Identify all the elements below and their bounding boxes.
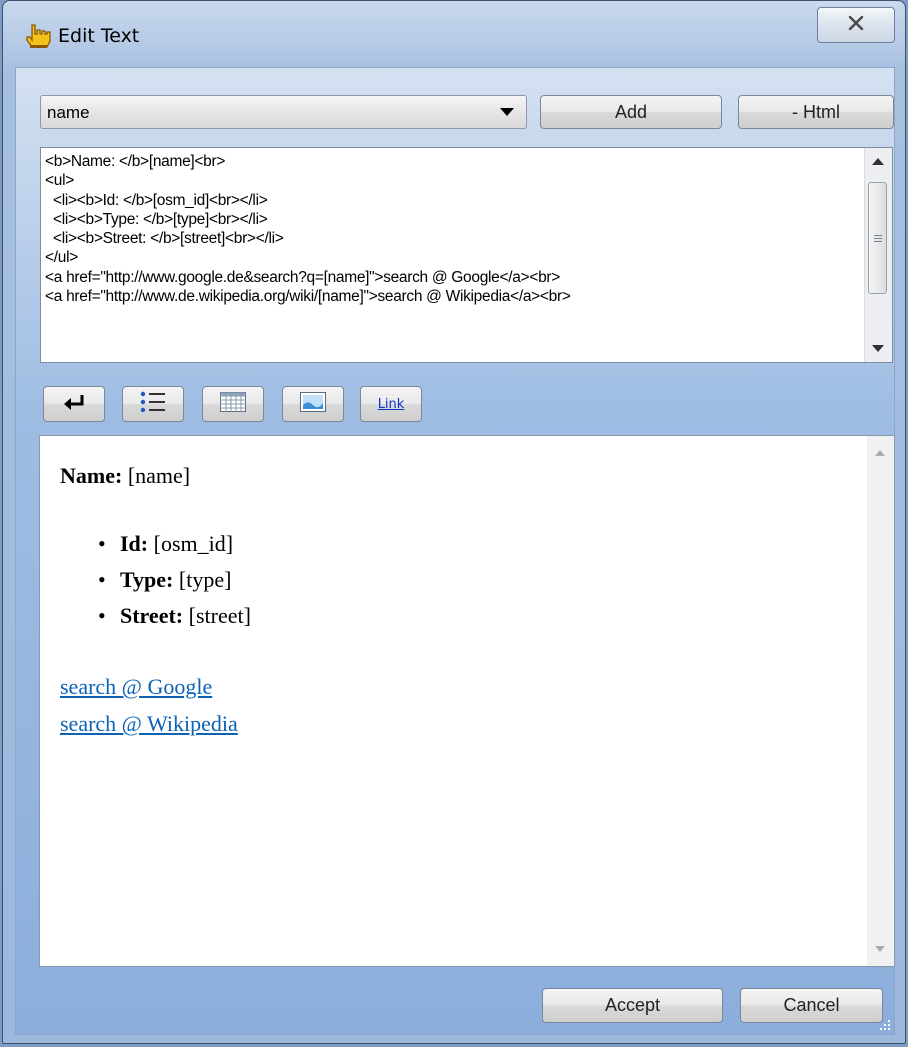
accept-button-label: Accept bbox=[604, 995, 661, 1015]
html-toggle-label: - Html bbox=[792, 101, 840, 122]
preview-links: search @ Google search @ Wikipedia bbox=[60, 668, 251, 742]
dialog-body: name Add - Html <b>Name: </b>[name]<br> … bbox=[15, 67, 895, 1035]
list-item: Id: [osm_id] bbox=[98, 526, 251, 562]
wikipedia-search-link[interactable]: search @ Wikipedia bbox=[60, 705, 251, 742]
cancel-button-label: Cancel bbox=[783, 995, 840, 1015]
cancel-button[interactable]: Cancel bbox=[740, 988, 883, 1023]
html-source-editor[interactable]: <b>Name: </b>[name]<br> <ul> <li><b>Id: … bbox=[40, 147, 893, 363]
code-line: </ul> bbox=[45, 249, 78, 267]
preview-name-value: [name] bbox=[127, 463, 191, 488]
field-select-value: name bbox=[47, 103, 90, 122]
list-item: Type: [type] bbox=[98, 562, 251, 598]
preview-name-line: Name: [name] bbox=[60, 462, 251, 490]
link-button-label: Link bbox=[377, 396, 405, 412]
source-scrollbar[interactable] bbox=[864, 148, 892, 362]
preview-list: Id: [osm_id] Type: [type] Street: [stree… bbox=[60, 526, 251, 634]
item-label: Street: bbox=[120, 603, 184, 628]
line-break-icon bbox=[62, 393, 86, 416]
code-line: <li><b>Street: </b>[street]<br></li> bbox=[45, 230, 284, 248]
html-toggle-button[interactable]: - Html bbox=[738, 95, 894, 129]
scroll-thumb[interactable] bbox=[868, 182, 887, 294]
google-search-link[interactable]: search @ Google bbox=[60, 668, 251, 705]
line-break-button[interactable] bbox=[43, 386, 105, 422]
preview-content: Name: [name] Id: [osm_id] Type: [type] S… bbox=[60, 462, 251, 742]
scroll-up-icon[interactable] bbox=[872, 158, 884, 165]
bullet-list-icon bbox=[140, 391, 166, 418]
resize-grip-icon[interactable] bbox=[876, 1016, 892, 1032]
item-value: [osm_id] bbox=[153, 531, 234, 556]
preview-scrollbar[interactable] bbox=[867, 436, 894, 966]
item-label: Type: bbox=[120, 567, 174, 592]
edit-text-dialog: Edit Text name Add - Html <b>Name: </b>[… bbox=[2, 0, 906, 1044]
list-item: Street: [street] bbox=[98, 598, 251, 634]
table-icon bbox=[220, 391, 246, 417]
close-button[interactable] bbox=[817, 7, 895, 43]
code-line: <b>Name: </b>[name]<br> bbox=[45, 153, 226, 170]
table-button[interactable] bbox=[202, 386, 264, 422]
grip-icon bbox=[874, 235, 882, 244]
bullet-list-button[interactable] bbox=[122, 386, 184, 422]
title-bar[interactable]: Edit Text bbox=[3, 1, 905, 67]
chevron-down-icon bbox=[500, 108, 514, 116]
accept-button[interactable]: Accept bbox=[542, 988, 723, 1023]
close-x-icon bbox=[847, 15, 865, 36]
preview-name-label: Name: bbox=[60, 463, 123, 488]
window-title: Edit Text bbox=[58, 25, 140, 47]
code-line: <li><b>Type: </b>[type]<br></li> bbox=[45, 210, 268, 228]
code-lines: <b>Name: </b>[name]<br> <ul> <li><b>Id: … bbox=[45, 152, 862, 306]
add-button[interactable]: Add bbox=[540, 95, 722, 129]
item-value: [street] bbox=[188, 603, 251, 628]
add-button-label: Add bbox=[614, 101, 648, 122]
field-select[interactable]: name bbox=[40, 95, 527, 129]
hand-pointer-icon bbox=[23, 23, 51, 49]
scroll-up-icon[interactable] bbox=[875, 450, 885, 456]
item-value: [type] bbox=[178, 567, 232, 592]
code-line: <li><b>Id: </b>[osm_id]<br></li> bbox=[45, 191, 268, 209]
image-button[interactable] bbox=[282, 386, 344, 422]
link-button[interactable]: Link bbox=[360, 386, 422, 422]
scroll-down-icon[interactable] bbox=[875, 946, 885, 952]
code-line: <a href="http://www.de.wikipedia.org/wik… bbox=[45, 288, 571, 306]
scroll-down-icon[interactable] bbox=[872, 345, 884, 352]
item-label: Id: bbox=[120, 531, 149, 556]
code-line: <a href="http://www.google.de&search?q=[… bbox=[45, 268, 560, 286]
html-preview[interactable]: Name: [name] Id: [osm_id] Type: [type] S… bbox=[39, 435, 895, 967]
code-line: <ul> bbox=[45, 172, 74, 190]
image-icon bbox=[300, 391, 326, 417]
